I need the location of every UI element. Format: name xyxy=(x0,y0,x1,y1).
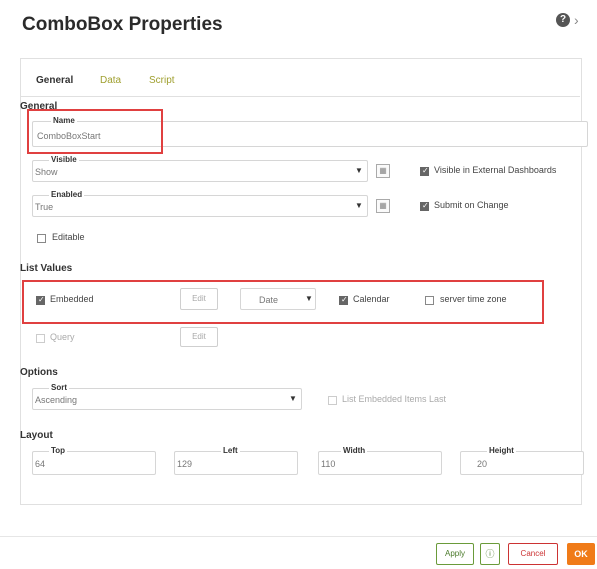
options-section-label: Options xyxy=(20,367,58,378)
query-label: Query xyxy=(50,332,75,342)
height-field[interactable]: Height 20 xyxy=(460,446,584,475)
visible-external-checkbox[interactable] xyxy=(420,166,429,176)
highlight-list-values xyxy=(22,280,544,324)
chevron-down-icon: ▼ xyxy=(355,166,363,175)
editable-checkbox[interactable] xyxy=(37,234,46,243)
enabled-label: Enabled xyxy=(49,190,85,199)
query-edit-button[interactable]: Edit xyxy=(180,327,218,347)
tab-general[interactable]: General xyxy=(36,75,73,86)
tab-script[interactable]: Script xyxy=(149,75,175,86)
chevron-down-icon: ▼ xyxy=(289,394,297,403)
top-value: 64 xyxy=(35,459,46,469)
chevron-down-icon: ▼ xyxy=(355,201,363,210)
dialog-title: ComboBox Properties xyxy=(22,14,223,35)
apply-button[interactable]: Apply xyxy=(436,543,474,565)
sort-value: Ascending xyxy=(35,395,78,405)
top-field[interactable]: Top 64 xyxy=(32,446,156,475)
expression-icon[interactable]: ▦ xyxy=(376,164,390,178)
list-values-section-label: List Values xyxy=(20,263,73,274)
editable-label: Editable xyxy=(52,232,85,242)
list-embedded-last-checkbox[interactable] xyxy=(328,396,337,405)
submit-on-change-label: Submit on Change xyxy=(434,200,509,210)
tab-data[interactable]: Data xyxy=(100,75,121,86)
left-field[interactable]: Left 129 xyxy=(174,446,298,475)
tab-divider xyxy=(20,96,580,97)
submit-on-change-checkbox[interactable] xyxy=(420,201,429,211)
visible-external-label: Visible in External Dashboards xyxy=(434,165,557,175)
cancel-button[interactable]: Cancel xyxy=(508,543,558,565)
width-value: 110 xyxy=(321,459,336,469)
expression-icon[interactable]: ▦ xyxy=(376,199,390,213)
height-value: 20 xyxy=(477,459,488,469)
visible-label: Visible xyxy=(49,155,79,164)
list-embedded-last-label: List Embedded Items Last xyxy=(342,394,447,404)
footer-divider xyxy=(0,536,597,537)
ok-button[interactable]: OK xyxy=(567,543,595,565)
left-label: Left xyxy=(221,446,240,455)
width-field[interactable]: Width 110 xyxy=(318,446,442,475)
left-value: 129 xyxy=(177,459,193,469)
enabled-value: True xyxy=(35,202,54,212)
top-label: Top xyxy=(49,446,68,455)
visible-value: Show xyxy=(35,167,58,177)
more-icon[interactable]: › xyxy=(574,12,579,28)
sort-label: Sort xyxy=(49,383,69,392)
height-label: Height xyxy=(487,446,516,455)
info-icon[interactable]: ⓘ xyxy=(480,543,500,565)
layout-section-label: Layout xyxy=(20,430,53,441)
sort-select[interactable]: Sort Ascending ▼ xyxy=(32,383,302,410)
visible-select[interactable]: Visible Show ▼ xyxy=(32,155,368,182)
enabled-select[interactable]: Enabled True ▼ xyxy=(32,190,368,217)
query-checkbox[interactable] xyxy=(36,334,45,343)
width-label: Width xyxy=(341,446,368,455)
help-icon[interactable]: ? xyxy=(556,13,570,27)
highlight-name xyxy=(27,109,163,154)
